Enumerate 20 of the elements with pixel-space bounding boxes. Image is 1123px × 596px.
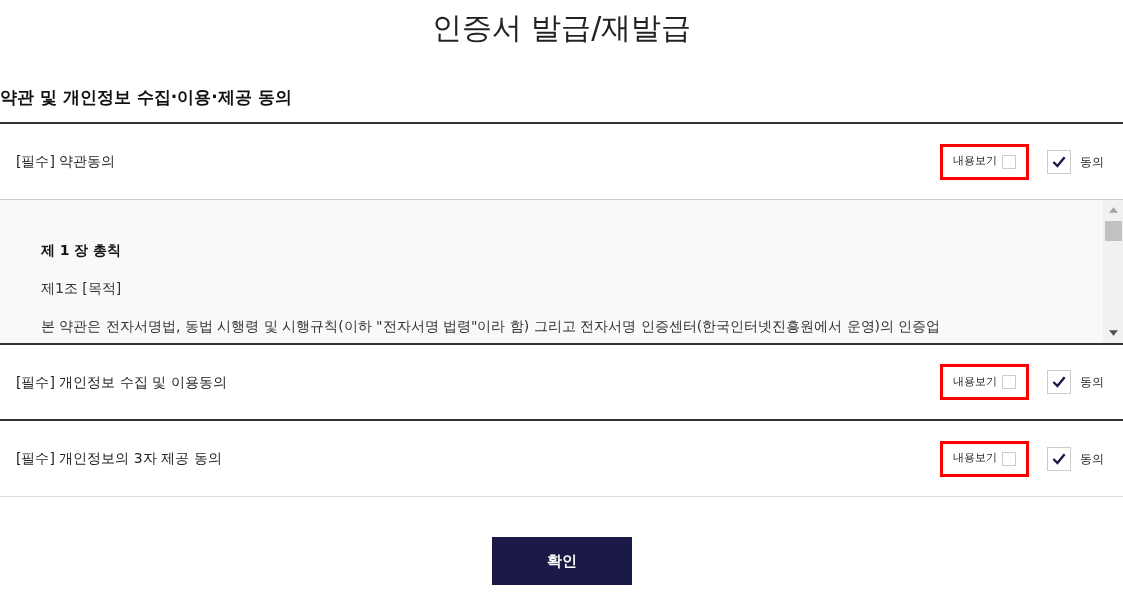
scroll-up-icon[interactable] [1108, 207, 1118, 213]
scroll-down-icon[interactable] [1108, 330, 1118, 336]
view-content-checkbox[interactable]: 내용보기 [940, 440, 1029, 477]
view-content-checkbox[interactable]: 내용보기 [940, 364, 1029, 400]
page-title: 인증서 발급/재발급 [430, 9, 693, 47]
agreement-label: [필수] 개인정보의 3자 제공 동의 [16, 449, 222, 468]
check-icon [1051, 374, 1067, 390]
agree-checkbox[interactable]: 동의 [1047, 370, 1104, 394]
section-heading: 약관 및 개인정보 수집·이용·제공 동의 [0, 85, 292, 109]
scrollbar[interactable] [1103, 200, 1123, 343]
terms-paragraph: 제1조 [목적] [41, 279, 123, 298]
scrollbar-thumb[interactable] [1104, 221, 1122, 241]
agree-checkbox[interactable]: 동의 [1047, 446, 1104, 471]
agree-checkbox[interactable]: 동의 [1047, 149, 1104, 174]
terms-paragraph: 본 약관은 전자서명법, 동법 시행령 및 시행규칙(이하 "전자서명 법령"이라 함) 그리고 전자서명 인증센터(한국인터넷진흥원에서 운영)의 인증업 [41, 317, 942, 336]
agreement-label: [필수] 약관동의 [16, 152, 116, 171]
terms-heading: 제 1 장 총칙 [41, 241, 123, 260]
agreement-label: [필수] 개인정보 수집 및 이용동의 [16, 372, 227, 392]
confirm-button[interactable]: 확인 [491, 537, 632, 585]
view-content-checkbox[interactable]: 내용보기 [940, 143, 1029, 180]
